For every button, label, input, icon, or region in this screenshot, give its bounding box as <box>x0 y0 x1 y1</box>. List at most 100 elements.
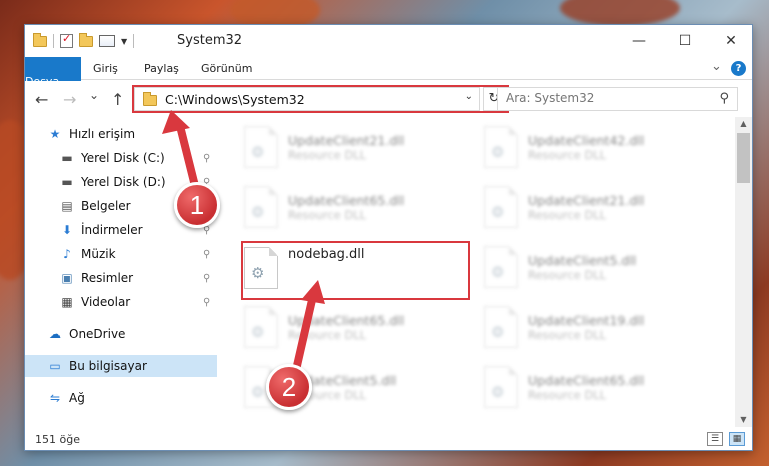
new-folder-icon[interactable] <box>79 32 93 47</box>
file-description: Resource DLL <box>528 327 607 342</box>
gear-icon: ⚙ <box>491 143 505 161</box>
pin-icon[interactable]: ⚲ <box>203 153 210 164</box>
gear-icon: ⚙ <box>251 323 265 341</box>
details-view-icon[interactable]: ☰ <box>707 432 723 446</box>
gear-icon: ⚙ <box>251 383 265 401</box>
file-name: UpdateClient21.dll <box>528 192 645 208</box>
search-icon[interactable]: ⚲ <box>719 91 729 106</box>
scroll-down-icon[interactable]: ▼ <box>735 413 752 427</box>
cloud-icon: ☁ <box>49 327 61 341</box>
dll-file-icon: ⚙ <box>484 126 518 168</box>
file-name: UpdateClient65.dll <box>288 312 405 328</box>
dll-file-icon: ⚙ <box>484 366 518 408</box>
sidebar-item-this-pc[interactable]: ▭ Bu bilgisayar <box>25 355 217 377</box>
sidebar-item-label: Belgeler <box>81 199 131 213</box>
pin-icon[interactable]: ⚲ <box>203 297 210 308</box>
file-item[interactable]: ⚙ UpdateClient65.dll Resource DLL <box>244 183 474 231</box>
file-name: UpdateClient21.dll <box>288 132 405 148</box>
star-icon: ★ <box>49 127 61 141</box>
ribbon-expand-icon[interactable]: ⌄ <box>711 59 722 74</box>
recent-locations-icon[interactable]: ⌄ <box>89 88 99 102</box>
step-2-badge: 2 <box>266 364 312 410</box>
gear-icon: ⚙ <box>251 143 265 161</box>
file-item[interactable]: ⚙ UpdateClient21.dll Resource DLL <box>244 123 474 171</box>
close-button[interactable]: ✕ <box>708 25 752 57</box>
file-item[interactable]: ⚙ UpdateClient21.dll Resource DLL <box>484 183 714 231</box>
background-leaf <box>560 0 680 26</box>
help-icon[interactable]: ? <box>731 61 746 76</box>
sidebar-item-videos[interactable]: ▦ Videolar ⚲ <box>59 291 217 313</box>
folder-icon[interactable] <box>33 32 47 47</box>
search-box[interactable]: ⚲ <box>497 87 738 111</box>
title-bar: ▼ System32 — ☐ ✕ <box>25 25 752 57</box>
tab-view[interactable]: Görünüm <box>201 57 252 80</box>
file-highlight-box <box>241 241 470 300</box>
tiles-view-icon[interactable]: ▦ <box>729 432 745 446</box>
pictures-icon: ▣ <box>61 271 73 285</box>
computer-icon: ▭ <box>49 359 61 373</box>
address-highlight-box <box>132 85 509 113</box>
status-bar: 151 öğe ☰ ▦ <box>25 427 752 450</box>
forward-button[interactable]: → <box>63 90 76 109</box>
pin-icon[interactable]: ⚲ <box>203 249 210 260</box>
ribbon-tabs: Dosya Giriş Paylaş Görünüm ⌄ ? <box>25 57 752 105</box>
file-explorer-window: ▼ System32 — ☐ ✕ Dosya Giriş Paylaş Görü… <box>24 24 753 451</box>
sidebar-item-label: Hızlı erişim <box>69 127 136 141</box>
sidebar-item-music[interactable]: ♪ Müzik ⚲ <box>59 243 217 265</box>
file-description: Resource DLL <box>288 147 367 162</box>
dll-file-icon: ⚙ <box>244 126 278 168</box>
sidebar-item-network[interactable]: ⇋ Ağ <box>47 387 217 409</box>
qat-dropdown-icon[interactable]: ▼ <box>121 37 127 46</box>
download-icon: ⬇ <box>61 223 73 237</box>
file-description: Resource DLL <box>528 147 607 162</box>
file-item[interactable]: ⚙ UpdateClient65.dll Resource DLL <box>244 303 474 351</box>
file-description: Resource DLL <box>288 207 367 222</box>
tab-share[interactable]: Paylaş <box>144 57 179 80</box>
tab-home[interactable]: Giriş <box>93 57 118 80</box>
up-button[interactable]: ↑ <box>111 90 124 109</box>
dll-file-icon: ⚙ <box>484 306 518 348</box>
file-item[interactable]: ⚙ UpdateClient42.dll Resource DLL <box>484 123 714 171</box>
sidebar-item-quick-access[interactable]: ★ Hızlı erişim <box>47 123 217 145</box>
properties-check-icon[interactable] <box>60 32 73 48</box>
sidebar-item-pictures[interactable]: ▣ Resimler ⚲ <box>59 267 217 289</box>
sidebar-item-label: Resimler <box>81 271 134 285</box>
video-icon: ▦ <box>61 295 73 309</box>
dll-file-icon: ⚙ <box>484 186 518 228</box>
minimize-button[interactable]: — <box>616 25 662 57</box>
maximize-button[interactable]: ☐ <box>662 25 708 57</box>
file-item[interactable]: ⚙ UpdateClient5.dll Resource DLL <box>484 243 714 291</box>
dll-file-icon: ⚙ <box>484 246 518 288</box>
pin-icon[interactable]: ⚲ <box>203 273 210 284</box>
sidebar-item-label: Ağ <box>69 391 85 405</box>
scroll-up-icon[interactable]: ▲ <box>735 117 752 131</box>
document-icon: ▤ <box>61 199 73 213</box>
vertical-scrollbar[interactable]: ▲ ▼ <box>735 117 752 427</box>
file-description: Resource DLL <box>528 267 607 282</box>
scroll-thumb[interactable] <box>737 133 750 183</box>
network-icon: ⇋ <box>49 391 61 405</box>
music-icon: ♪ <box>63 247 71 261</box>
divider <box>53 34 54 48</box>
back-button[interactable]: ← <box>35 90 48 109</box>
sidebar-item-label: Müzik <box>81 247 116 261</box>
sidebar-item-label: Yerel Disk (D:) <box>81 175 166 189</box>
sidebar-item-label: Bu bilgisayar <box>69 359 147 373</box>
sidebar-item-label: İndirmeler <box>81 223 143 237</box>
step-1-badge: 1 <box>174 182 220 228</box>
gear-icon: ⚙ <box>491 323 505 341</box>
gear-icon: ⚙ <box>491 383 505 401</box>
search-input[interactable] <box>506 91 706 105</box>
sidebar-item-onedrive[interactable]: ☁ OneDrive <box>47 323 217 345</box>
sidebar-item-label: Yerel Disk (C:) <box>81 151 165 165</box>
sidebar-item-label: OneDrive <box>69 327 126 341</box>
sidebar-item-local-disk-c[interactable]: ▬ Yerel Disk (C:) ⚲ <box>59 147 217 169</box>
file-item[interactable]: ⚙ UpdateClient65.dll Resource DLL <box>484 363 714 411</box>
file-description: Resource DLL <box>288 327 367 342</box>
drive-icon: ▬ <box>61 175 73 189</box>
view-properties-icon[interactable] <box>99 35 115 47</box>
file-name: UpdateClient19.dll <box>528 312 645 328</box>
file-name: UpdateClient42.dll <box>528 132 645 148</box>
file-name: UpdateClient65.dll <box>288 192 405 208</box>
file-item[interactable]: ⚙ UpdateClient19.dll Resource DLL <box>484 303 714 351</box>
